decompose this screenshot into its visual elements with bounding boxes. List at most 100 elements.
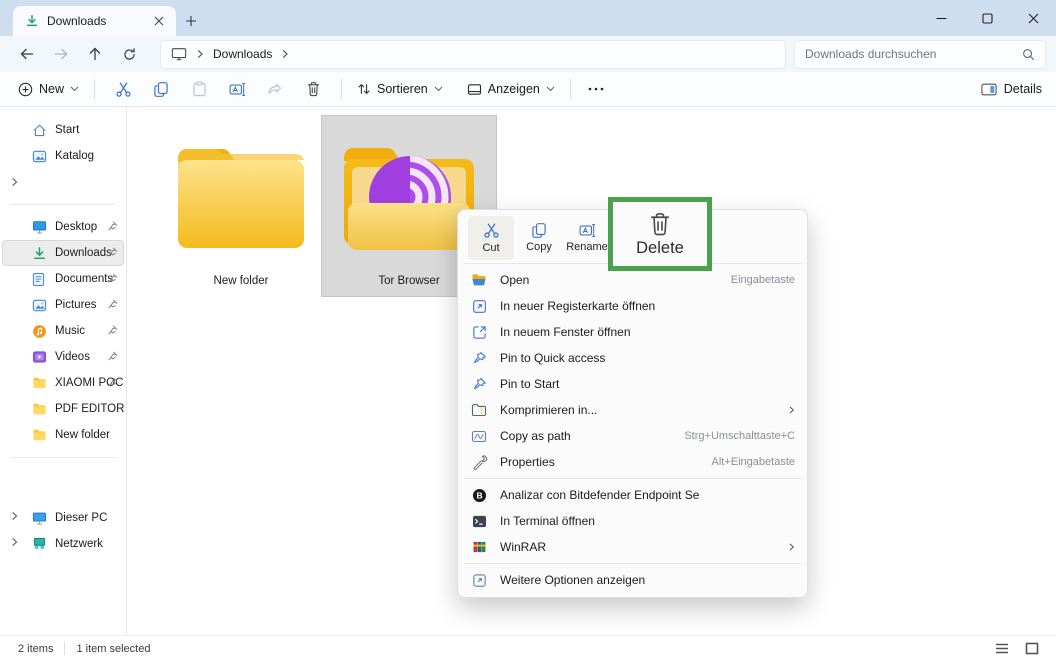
file-tile-new-folder[interactable]: New folder	[153, 115, 329, 297]
rename-label: Rename	[566, 240, 608, 253]
sidebar-item-pictures[interactable]: Pictures	[2, 292, 124, 318]
delete-annotation-box[interactable]: Delete	[608, 197, 712, 271]
sidebar-item-downloads[interactable]: Downloads	[2, 240, 124, 266]
thumbnail-view-icon[interactable]	[1022, 640, 1042, 658]
pin-icon	[107, 299, 118, 310]
sort-icon	[357, 82, 371, 96]
copy-button[interactable]	[142, 75, 180, 103]
tab-downloads[interactable]: Downloads	[13, 6, 176, 36]
menu-item-label: In Terminal öffnen	[500, 514, 595, 528]
search-icon[interactable]	[1022, 48, 1035, 61]
sort-button[interactable]: Sortieren	[351, 75, 449, 103]
menu-item-copy-as-path[interactable]: Copy as path Strg+Umschalttaste+C	[462, 423, 803, 449]
submenu-chevron-icon	[788, 542, 795, 552]
list-view-icon[interactable]	[992, 640, 1012, 658]
sidebar-item-xiaomi[interactable]: XIAOMI POCO F	[2, 370, 124, 396]
refresh-button[interactable]	[112, 39, 146, 69]
copy-quick-button[interactable]: Copy	[516, 216, 562, 260]
up-button[interactable]	[78, 39, 112, 69]
sidebar-divider	[10, 457, 116, 458]
sidebar-item-label: Netzwerk	[55, 538, 103, 550]
menu-item-label: In neuer Registerkarte öffnen	[500, 299, 656, 313]
folder-open-icon	[471, 272, 487, 288]
sidebar-item-new-folder[interactable]: New folder	[2, 422, 124, 448]
chevron-right-icon[interactable]	[10, 511, 22, 523]
menu-item-label: Komprimieren in...	[500, 403, 598, 417]
menu-item-terminal[interactable]: In Terminal öffnen	[462, 508, 803, 534]
this-pc-icon	[171, 47, 187, 61]
sidebar-item-music[interactable]: Music	[2, 318, 124, 344]
status-divider	[64, 642, 66, 655]
scissors-icon	[483, 222, 499, 238]
sidebar-item-start[interactable]: Start	[2, 117, 124, 143]
menu-shortcut: Strg+Umschalttaste+C	[684, 430, 795, 442]
chevron-right-icon[interactable]	[281, 49, 289, 59]
sidebar-item-katalog[interactable]: Katalog	[2, 143, 124, 169]
rename-button[interactable]	[218, 75, 256, 103]
delete-button[interactable]	[294, 75, 332, 103]
copy-icon	[532, 223, 546, 238]
sidebar-divider	[10, 204, 116, 205]
tab-title: Downloads	[47, 14, 107, 28]
window-controls	[918, 0, 1056, 36]
menu-item-more-options[interactable]: Weitere Optionen anzeigen	[462, 567, 803, 593]
menu-item-label: Analizar con Bitdefender Endpoint Se	[500, 488, 700, 502]
search-input[interactable]: Downloads durchsuchen	[794, 39, 1046, 69]
bitdefender-icon: B	[471, 487, 487, 503]
chevron-right-icon[interactable]	[10, 537, 22, 549]
menu-item-pin-quick-access[interactable]: Pin to Quick access	[462, 345, 803, 371]
menu-item-winrar[interactable]: WinRAR	[462, 534, 803, 560]
sidebar-expander[interactable]	[2, 169, 124, 195]
rename-quick-button[interactable]: Rename	[564, 216, 610, 260]
downloads-icon	[25, 14, 39, 28]
menu-item-label: Weitere Optionen anzeigen	[500, 573, 646, 587]
sort-button-label: Sortieren	[377, 82, 428, 96]
minimize-button[interactable]	[918, 0, 964, 36]
cut-button[interactable]	[104, 75, 142, 103]
menu-item-label: Properties	[500, 455, 555, 469]
chevron-right-icon[interactable]	[196, 49, 204, 59]
paste-button[interactable]	[180, 75, 218, 103]
new-tab-button[interactable]	[176, 6, 206, 36]
menu-item-properties[interactable]: Properties Alt+Eingabetaste	[462, 449, 803, 475]
pictures-icon	[32, 298, 47, 313]
details-button[interactable]: Details	[981, 82, 1042, 96]
menu-item-open-new-tab[interactable]: In neuer Registerkarte öffnen	[462, 293, 803, 319]
menu-item-label: Open	[500, 273, 530, 287]
delete-label: Delete	[636, 238, 684, 257]
sidebar-item-videos[interactable]: Videos	[2, 344, 124, 370]
forward-button[interactable]	[44, 39, 78, 69]
computer-icon	[32, 511, 47, 526]
menu-item-compress[interactable]: Komprimieren in...	[462, 397, 803, 423]
menu-item-open-new-window[interactable]: In neuem Fenster öffnen	[462, 319, 803, 345]
new-button[interactable]: New	[12, 75, 85, 103]
address-bar[interactable]: Downloads	[160, 39, 786, 69]
sidebar-item-desktop[interactable]: Desktop	[2, 214, 124, 240]
tab-close-icon[interactable]	[150, 12, 168, 30]
menu-separator	[464, 478, 801, 479]
toolbar-divider	[94, 79, 96, 99]
sidebar-item-pdf-editor[interactable]: PDF EDITOR	[2, 396, 124, 422]
breadcrumb[interactable]: Downloads	[213, 47, 272, 61]
file-explorer-window: Downloads Downloads Downloads durchsuche…	[0, 0, 1056, 661]
maximize-button[interactable]	[964, 0, 1010, 36]
more-options-icon	[471, 572, 487, 588]
cut-quick-button[interactable]: Cut	[468, 215, 514, 260]
view-button[interactable]: Anzeigen	[461, 75, 561, 103]
menu-item-pin-start[interactable]: Pin to Start	[462, 371, 803, 397]
circle-plus-icon	[18, 82, 33, 97]
pin-icon	[107, 325, 118, 336]
sidebar-item-label: Dieser PC	[55, 512, 108, 524]
pin-icon	[107, 377, 118, 388]
sidebar-item-documents[interactable]: Documents	[2, 266, 124, 292]
more-commands-icon[interactable]	[580, 87, 612, 91]
pin-icon	[471, 376, 487, 392]
share-button[interactable]	[256, 75, 294, 103]
menu-item-bitdefender[interactable]: B Analizar con Bitdefender Endpoint Se	[462, 482, 803, 508]
close-button[interactable]	[1010, 0, 1056, 36]
pin-icon	[107, 247, 118, 258]
cut-label: Cut	[482, 241, 500, 254]
sidebar-item-netzwerk[interactable]: Netzwerk	[2, 531, 124, 557]
sidebar-item-dieser-pc[interactable]: Dieser PC	[2, 505, 124, 531]
back-button[interactable]	[10, 39, 44, 69]
